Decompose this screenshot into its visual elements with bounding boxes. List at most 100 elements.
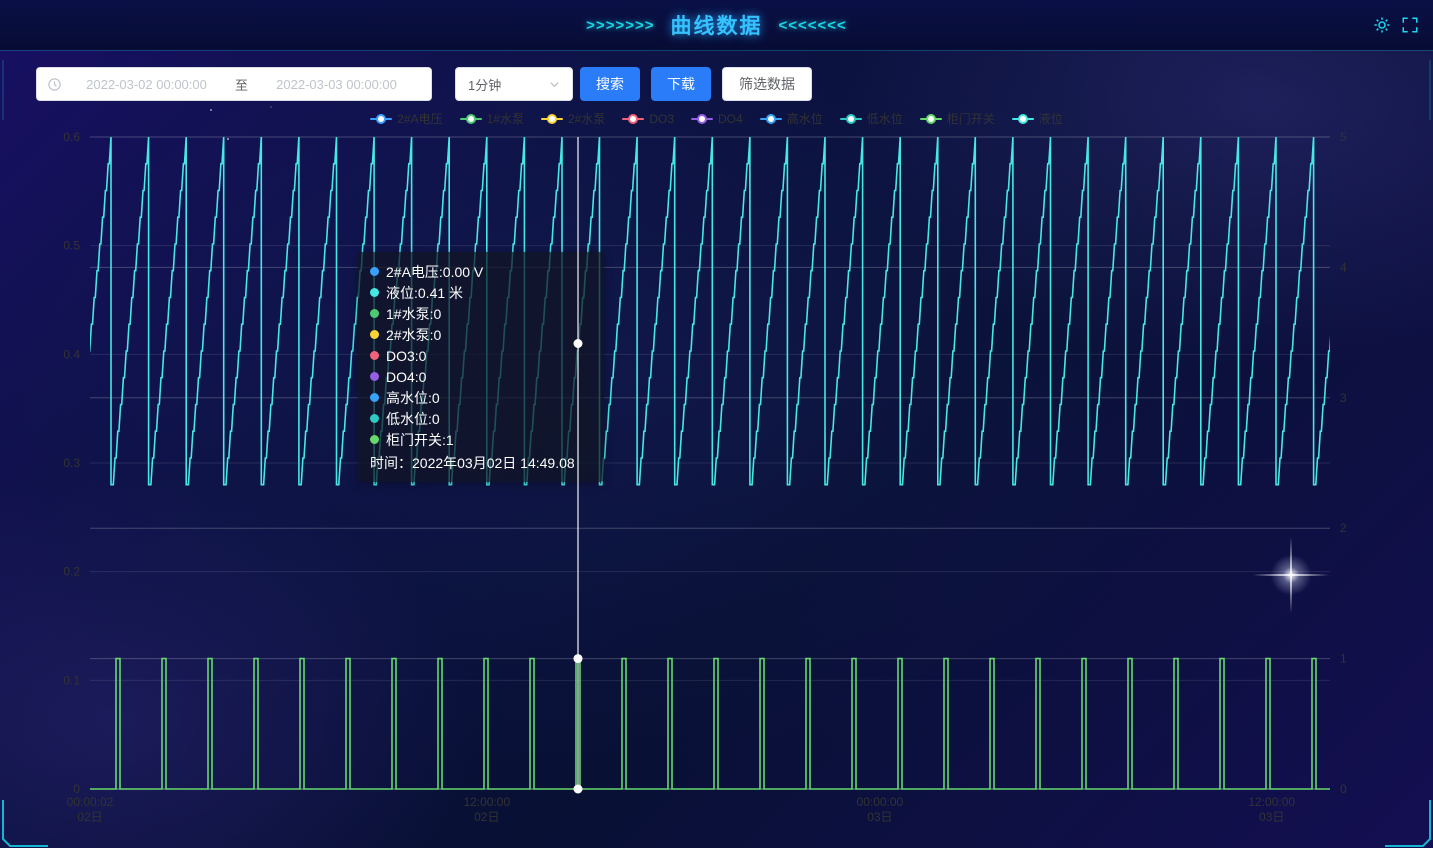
legend-item-2[interactable]: 2#水泵 bbox=[541, 110, 605, 127]
tooltip-series-dot-icon bbox=[370, 267, 379, 276]
page-title: 曲线数据 bbox=[671, 10, 763, 40]
tooltip-row: 柜门开关:1 bbox=[370, 429, 592, 450]
tooltip-row-text: DO4:0 bbox=[386, 369, 426, 385]
legend-line-marker-icon bbox=[622, 118, 644, 120]
legend-circle-icon bbox=[846, 114, 856, 124]
legend-item-1[interactable]: 1#水泵 bbox=[460, 110, 524, 127]
svg-text:03日: 03日 bbox=[867, 810, 892, 824]
legend-label: 高水位 bbox=[787, 110, 823, 127]
legend-label: 低水位 bbox=[867, 110, 903, 127]
legend-item-7[interactable]: 柜门开关 bbox=[920, 110, 995, 127]
tooltip-series-dot-icon bbox=[370, 288, 379, 297]
tooltip-row-text: 2#水泵:0 bbox=[386, 325, 441, 345]
legend-label: DO4 bbox=[718, 112, 743, 126]
svg-text:12:00:00: 12:00:00 bbox=[1248, 795, 1295, 809]
clock-icon bbox=[47, 77, 62, 92]
date-range-picker[interactable]: 2022-03-02 00:00:00 至 2022-03-03 00:00:0… bbox=[36, 67, 432, 101]
legend-circle-icon bbox=[766, 114, 776, 124]
legend-label: DO3 bbox=[649, 112, 674, 126]
legend-item-5[interactable]: 高水位 bbox=[760, 110, 823, 127]
legend-circle-icon bbox=[547, 114, 557, 124]
grid-lines bbox=[90, 137, 1330, 680]
legend-line-marker-icon bbox=[370, 118, 392, 120]
tooltip-row: 液位:0.41 米 bbox=[370, 282, 592, 303]
download-button[interactable]: 下载 bbox=[651, 67, 711, 101]
tooltip-series-dot-icon bbox=[370, 435, 379, 444]
chevron-down-icon bbox=[549, 79, 560, 90]
y-axis-right-labels: 012345 bbox=[1340, 130, 1347, 796]
legend-line-marker-icon bbox=[541, 118, 563, 120]
svg-text:1: 1 bbox=[1340, 652, 1347, 666]
svg-text:0.3: 0.3 bbox=[63, 456, 80, 470]
chart-legend: 2#A电压 1#水泵 2#水泵 DO3 DO4 高水位 低水位柜门开关液位 bbox=[0, 110, 1433, 127]
settings-gear-icon[interactable] bbox=[1373, 16, 1391, 34]
date-separator: 至 bbox=[231, 75, 252, 94]
legend-item-0[interactable]: 2#A电压 bbox=[370, 110, 442, 127]
x-axis-labels: 00:00:0202日12:00:0002日00:00:0003日12:00:0… bbox=[67, 795, 1296, 824]
legend-circle-icon bbox=[697, 114, 707, 124]
tooltip-row-text: 高水位:0 bbox=[386, 388, 440, 408]
interval-select[interactable]: 1分钟 bbox=[455, 67, 573, 101]
tooltip-series-dot-icon bbox=[370, 309, 379, 318]
tooltip-series-dot-icon bbox=[370, 414, 379, 423]
svg-text:12:00:00: 12:00:00 bbox=[463, 795, 510, 809]
legend-line-marker-icon bbox=[460, 118, 482, 120]
svg-text:0.2: 0.2 bbox=[63, 565, 80, 579]
tooltip-row-text: 柜门开关:1 bbox=[386, 430, 454, 450]
legend-circle-icon bbox=[466, 114, 476, 124]
tooltip-row-text: 液位:0.41 米 bbox=[386, 283, 463, 303]
legend-label: 2#水泵 bbox=[568, 110, 605, 127]
legend-label: 2#A电压 bbox=[397, 110, 442, 127]
filter-data-button[interactable]: 筛选数据 bbox=[722, 67, 812, 101]
svg-text:4: 4 bbox=[1340, 260, 1347, 274]
tooltip-row-text: 低水位:0 bbox=[386, 409, 440, 429]
series-door-switch bbox=[90, 659, 1330, 789]
legend-circle-icon bbox=[1018, 114, 1028, 124]
tooltip-row: 高水位:0 bbox=[370, 387, 592, 408]
legend-line-marker-icon bbox=[691, 118, 713, 120]
tooltip-row: 低水位:0 bbox=[370, 408, 592, 429]
tooltip-row: 2#A电压:0.00 V bbox=[370, 261, 592, 282]
tooltip-series-dot-icon bbox=[370, 351, 379, 360]
svg-text:03日: 03日 bbox=[1259, 810, 1284, 824]
svg-text:00:00:02: 00:00:02 bbox=[67, 795, 114, 809]
search-button[interactable]: 搜索 bbox=[580, 67, 640, 101]
series-liquid-level bbox=[0, 137, 1351, 485]
header-bar: >>>>>>> 曲线数据 <<<<<<< bbox=[0, 0, 1433, 50]
interval-select-value: 1分钟 bbox=[468, 75, 501, 94]
tooltip-row: DO3:0 bbox=[370, 345, 592, 366]
title-right-arrows: <<<<<<< bbox=[779, 17, 847, 34]
svg-text:0.1: 0.1 bbox=[63, 673, 80, 687]
legend-item-6[interactable]: 低水位 bbox=[840, 110, 903, 127]
tooltip-row-text: 2#A电压:0.00 V bbox=[386, 262, 483, 282]
legend-item-4[interactable]: DO4 bbox=[691, 112, 743, 126]
start-date-input[interactable]: 2022-03-02 00:00:00 bbox=[62, 77, 231, 92]
fullscreen-icon[interactable] bbox=[1401, 16, 1419, 34]
tooltip-series-dot-icon bbox=[370, 393, 379, 402]
legend-label: 1#水泵 bbox=[487, 110, 524, 127]
legend-item-8[interactable]: 液位 bbox=[1012, 110, 1063, 127]
svg-text:0: 0 bbox=[73, 782, 80, 796]
legend-item-3[interactable]: DO3 bbox=[622, 112, 674, 126]
svg-text:2: 2 bbox=[1340, 521, 1347, 535]
chart-tooltip: 2#A电压:0.00 V液位:0.41 米1#水泵:02#水泵:0 DO3:0 DO… bbox=[358, 252, 604, 482]
tooltip-time: 时间：2022年03月02日 14:49.08 bbox=[370, 452, 592, 473]
end-date-input[interactable]: 2022-03-03 00:00:00 bbox=[252, 77, 421, 92]
legend-circle-icon bbox=[628, 114, 638, 124]
tooltip-row: 1#水泵:0 bbox=[370, 303, 592, 324]
legend-circle-icon bbox=[376, 114, 386, 124]
line-chart[interactable]: 00.10.20.30.40.50.601234500:00:0202日12:0… bbox=[0, 0, 1433, 848]
svg-text:02日: 02日 bbox=[474, 810, 499, 824]
svg-text:3: 3 bbox=[1340, 391, 1347, 405]
tooltip-series-dot-icon bbox=[370, 372, 379, 381]
y-axis-left-labels: 00.10.20.30.40.50.6 bbox=[63, 130, 80, 796]
legend-circle-icon bbox=[926, 114, 936, 124]
tooltip-row-text: 1#水泵:0 bbox=[386, 304, 441, 324]
tooltip-row-text: DO3:0 bbox=[386, 348, 426, 364]
tooltip-series-dot-icon bbox=[370, 330, 379, 339]
legend-line-marker-icon bbox=[1012, 118, 1034, 120]
legend-line-marker-icon bbox=[760, 118, 782, 120]
toolbar: 2022-03-02 00:00:00 至 2022-03-03 00:00:0… bbox=[36, 67, 812, 101]
svg-text:0.5: 0.5 bbox=[63, 239, 80, 253]
header-icons bbox=[1373, 0, 1419, 50]
